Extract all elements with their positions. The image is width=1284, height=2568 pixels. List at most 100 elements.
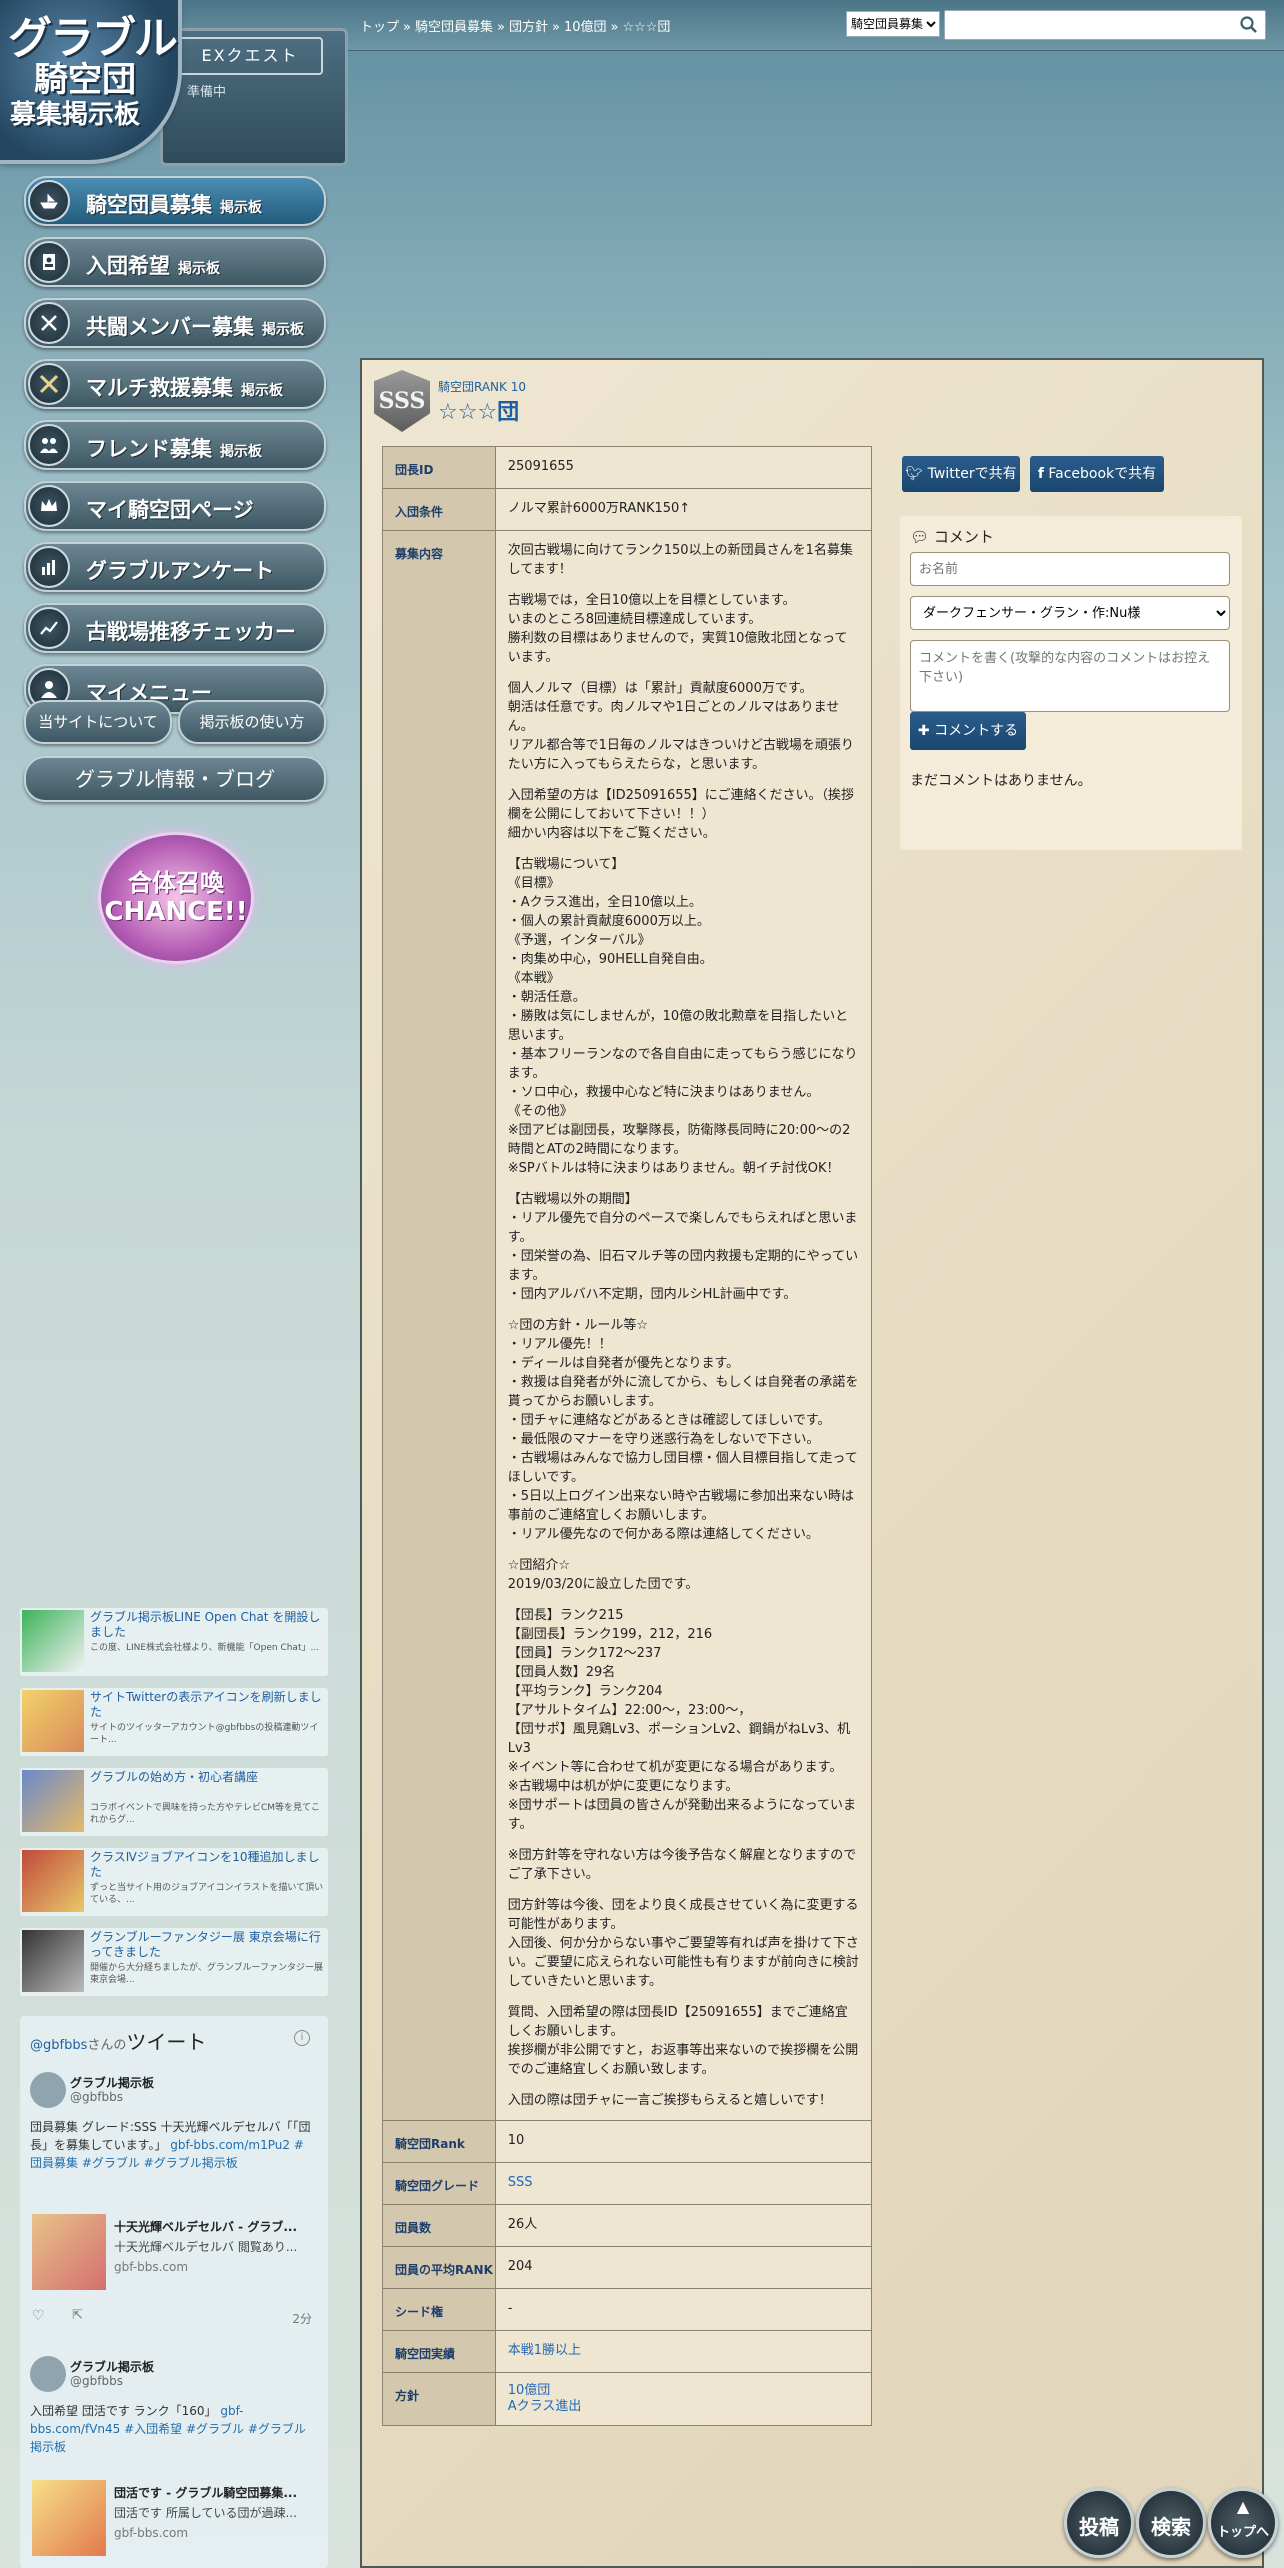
table-row: 団員の平均RANK 204 (382, 2246, 873, 2289)
breadcrumb-recruit[interactable]: 騎空団員募集 (415, 20, 493, 35)
about-button[interactable]: 当サイトについて (24, 700, 172, 744)
breadcrumb-current: ☆☆☆団 (622, 20, 671, 35)
top-fab[interactable]: ▲ トップへ (1208, 2488, 1278, 2558)
table-row: 騎空団Rank 10 (382, 2120, 873, 2163)
link-card[interactable]: 団活です - グラブル騎空団募集... 団活です 所属している団が過疎... g… (30, 2480, 315, 2560)
table-row: 入団条件 ノルマ累計6000万RANK150↑ (382, 488, 873, 531)
comment-box: 💬︎ コメント ダークフェンサー・グラン・作:Nu様 ✚ コメントする まだコメ… (900, 516, 1242, 850)
comment-title: 💬︎ コメント (910, 528, 994, 546)
comment-name-input[interactable] (910, 552, 1230, 586)
news-title[interactable]: グランブルーファンタジー展 東京会場に行ってきました (90, 1930, 324, 1960)
policy-link[interactable]: 10億団 (508, 2383, 551, 2398)
breadcrumb-top[interactable]: トップ (360, 20, 399, 35)
seed-value: - (494, 2288, 873, 2331)
news-thumbnail (22, 1770, 84, 1832)
news-desc: コラボイベントで興味を持った方やテレビCM等を見てこれからグ... (90, 1803, 321, 1825)
twitter-widget: @gbfbbsさんのツイート i グラブル掲示板 @gbfbbs 団員募集 グレ… (20, 2016, 328, 2568)
nav-battlefield-checker[interactable]: 古戦場推移チェッカー (24, 603, 326, 653)
news-item[interactable]: グランブルーファンタジー展 東京会場に行ってきました 開催から大分経ちましたが、… (20, 1928, 328, 1996)
comment-submit-button[interactable]: ✚ コメントする (910, 712, 1026, 750)
news-title[interactable]: クラスⅣジョブアイコンを10種追加しました (90, 1850, 324, 1880)
nav-survey[interactable]: グラブルアンケート (24, 542, 326, 592)
avatar (30, 2356, 66, 2392)
content-paragraph: ☆団の方針・ルール等☆ ・リアル優先！！ ・ディールは自発者が優先となります。 … (507, 1318, 859, 1542)
gattai-chance-banner[interactable]: 合体召喚 CHANCE!! (98, 832, 254, 964)
row-label: 団長ID (382, 446, 496, 489)
blog-button[interactable]: グラブル情報・ブログ (24, 756, 326, 802)
gattai-line1: 合体召喚 (128, 869, 224, 897)
table-row: 団長ID 25091655 (382, 446, 873, 489)
news-thumbnail (22, 1930, 84, 1992)
news-item[interactable]: クラスⅣジョブアイコンを10種追加しました ずっと当サイト用のジョブアイコンイラ… (20, 1848, 328, 1916)
card-desc: 団活です 所属している団が過疎... (114, 2506, 297, 2520)
join-condition: ノルマ累計6000万RANK150↑ (494, 488, 873, 531)
search-fab[interactable]: 検索 (1136, 2488, 1206, 2558)
grade-badge-text: SSS (378, 388, 426, 414)
achievement-link[interactable]: 本戦1勝以上 (494, 2330, 873, 2373)
nav-multi-rescue[interactable]: マルチ救援募集 掲示板 (24, 359, 326, 409)
share-icon[interactable]: ⇱ (72, 2308, 83, 2323)
twitter-share-button[interactable]: 🐦︎ Twitterで共有 (902, 456, 1020, 492)
info-icon[interactable]: i (294, 2030, 310, 2046)
howto-button[interactable]: 掲示板の使い方 (178, 700, 326, 744)
policy-link[interactable]: Aクラス進出 (508, 2399, 582, 2414)
search-icon[interactable] (1239, 15, 1259, 35)
facebook-share-button[interactable]: f Facebookで共有 (1030, 456, 1164, 492)
news-desc: ずっと当サイト用のジョブアイコンイラストを描いて頂いている、... (90, 1883, 324, 1905)
breadcrumb-10oku[interactable]: 10億団 (564, 20, 607, 35)
news-thumbnail (22, 1850, 84, 1912)
nav-label: マイ騎空団ページ (86, 498, 254, 522)
news-title[interactable]: グラブルの始め方・初心者講座 (90, 1770, 324, 1785)
nav-my-group[interactable]: マイ騎空団ページ (24, 481, 326, 531)
exquest-button[interactable]: EXクエスト (177, 37, 323, 75)
grade-badge-icon: SSS (374, 370, 430, 432)
nav-suffix: 掲示板 (241, 383, 283, 399)
twitter-account[interactable]: @gbfbbs (30, 2038, 87, 2053)
content-paragraph: 質問、入団希望の際は団長ID【25091655】までご連絡宜しくお願いします。 … (507, 2005, 859, 2077)
nav-join-request[interactable]: 入団希望 掲示板 (24, 237, 326, 287)
post-fab[interactable]: 投稿 (1064, 2488, 1134, 2558)
content-paragraph: ※団方針等を守れない方は今後予告なく解雇となりますのでご了承下さい。 (507, 1848, 857, 1882)
bar-chart-icon (28, 546, 70, 588)
search-input[interactable] (945, 11, 1233, 39)
twitter-account-suffix: さんの (87, 2038, 127, 2053)
comment-body-input[interactable] (910, 640, 1230, 712)
news-item[interactable]: グラブルの始め方・初心者講座 コラボイベントで興味を持った方やテレビCM等を見て… (20, 1768, 328, 1836)
news-title[interactable]: グラブル掲示板LINE Open Chat を開設しました (90, 1610, 324, 1640)
row-label: 騎空団実績 (382, 2330, 496, 2373)
facebook-icon: f (1037, 466, 1044, 482)
card-url: gbf-bbs.com (114, 2260, 189, 2274)
site-logo[interactable]: グラブル 騎空団 募集掲示板 (0, 0, 178, 160)
character-select[interactable]: ダークフェンサー・グラン・作:Nu様 (910, 596, 1230, 630)
nav-label: 共闘メンバー募集 (86, 315, 254, 339)
nav-label: マルチ救援募集 (86, 376, 233, 400)
arrow-up-icon: ▲ (1236, 2497, 1250, 2516)
tweet-time: 2分 (292, 2312, 312, 2326)
tweet-handle: @gbfbbs (70, 2374, 123, 2388)
news-item[interactable]: グラブル掲示板LINE Open Chat を開設しました この度、LINE株式… (20, 1608, 328, 1676)
group-grade-link[interactable]: SSS (494, 2162, 873, 2205)
nav-recruit[interactable]: 騎空団員募集 掲示板 (24, 176, 326, 226)
news-title[interactable]: サイトTwitterの表示アイコンを刷新しました (90, 1690, 324, 1720)
heart-icon[interactable]: ♡ (32, 2308, 45, 2324)
nav-friend[interactable]: フレンド募集 掲示板 (24, 420, 326, 470)
person-card-icon (28, 241, 70, 283)
card-title: 団活です - グラブル騎空団募集... (114, 2486, 298, 2500)
nav-label: フレンド募集 (86, 437, 212, 461)
search-box (944, 10, 1266, 40)
line-chart-icon (28, 607, 70, 649)
breadcrumb-policy[interactable]: 団方針 (509, 20, 548, 35)
recruit-content: 次回古戦場に向けてランク150以上の新団員さんを1名募集してます！ 古戦場では，… (494, 530, 873, 2121)
group-rank-value: 10 (494, 2120, 873, 2163)
content-paragraph: 個人ノルマ（目標）は「累計」貢献度6000万です。 朝活は任意です。肉ノルマや1… (507, 681, 854, 772)
no-comments-text: まだコメントはありません。 (910, 773, 1092, 789)
news-item[interactable]: サイトTwitterの表示アイコンを刷新しました サイトのツイッターアカウント@… (20, 1688, 328, 1756)
row-label: 方針 (382, 2372, 496, 2426)
table-row: シード権 - (382, 2288, 873, 2331)
link-card[interactable]: 十天光輝ベルデセルバ - グラブ... 十天光輝ベルデセルバ 閲覧あり... g… (30, 2214, 315, 2294)
table-row: 団員数 26人 (382, 2204, 873, 2247)
group-info-table: 団長ID 25091655 入団条件 ノルマ累計6000万RANK150↑ 募集… (382, 446, 873, 2426)
nav-coop-members[interactable]: 共闘メンバー募集 掲示板 (24, 298, 326, 348)
row-label: 団員の平均RANK (382, 2246, 496, 2289)
board-select[interactable]: 騎空団員募集 (846, 11, 940, 37)
